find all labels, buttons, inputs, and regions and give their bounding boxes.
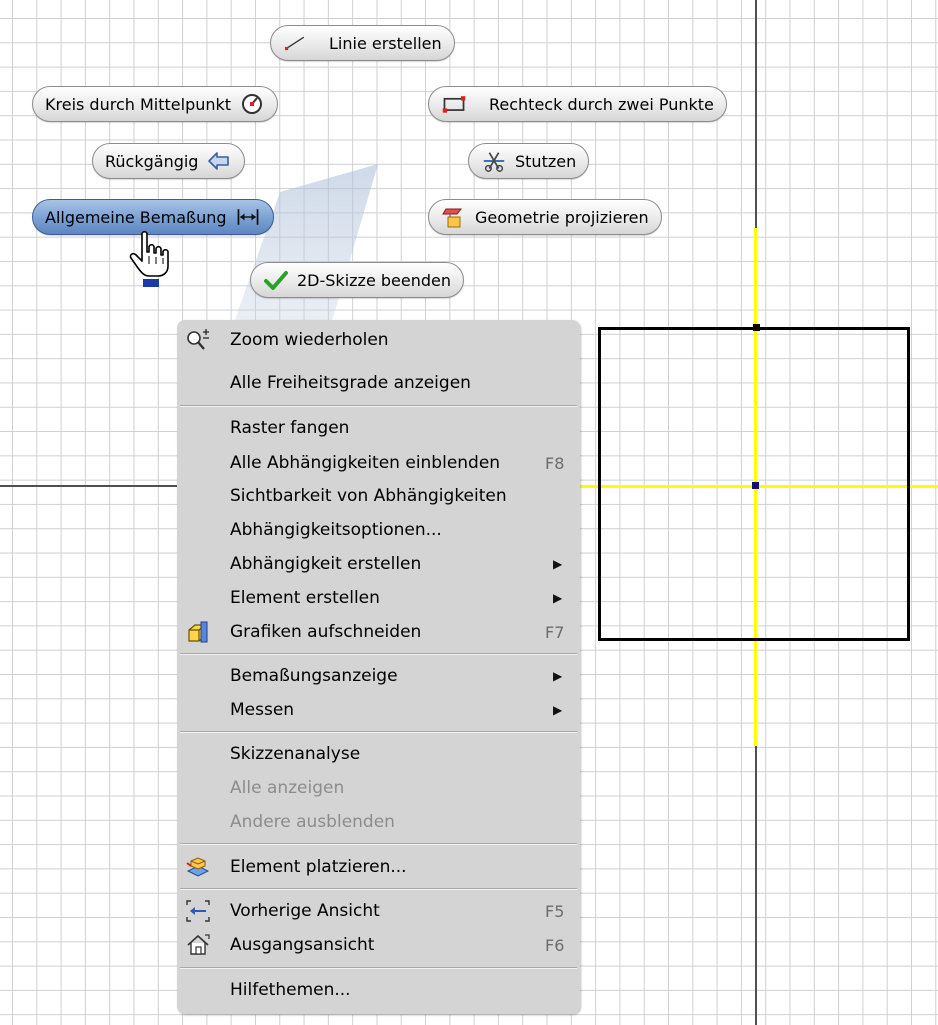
project-geometry-icon: [441, 205, 467, 229]
menu-label-snap-grid: Raster fangen: [230, 418, 350, 438]
menu-label-measure: Messen: [230, 700, 295, 720]
menu-label-home-view: Ausgangsansicht: [230, 935, 375, 955]
menu-separator: [180, 843, 577, 845]
line-icon: [283, 31, 309, 55]
menu-item-previous-view[interactable]: Vorherige Ansicht F5: [177, 894, 580, 928]
line-button[interactable]: Linie erstellen: [270, 25, 455, 61]
submenu-arrow-icon: ▶: [553, 557, 563, 571]
menu-item-home-view[interactable]: Ausgangsansicht F6: [177, 928, 580, 962]
shortcut-f7: F7: [545, 622, 565, 642]
circle-button[interactable]: Kreis durch Mittelpunkt: [32, 86, 279, 122]
shortcut-f6: F6: [545, 935, 565, 955]
menu-item-create-feature[interactable]: Element erstellen ▶: [177, 581, 580, 615]
sketch-point-top[interactable]: [753, 324, 760, 331]
menu-item-constraint-visibility[interactable]: Sichtbarkeit von Abhängigkeiten: [177, 479, 580, 513]
menu-item-constraint-options[interactable]: Abhängigkeitsoptionen...: [177, 513, 580, 547]
place-feature-icon: [185, 855, 211, 879]
line-label: Linie erstellen: [329, 33, 442, 53]
finish-sketch-label: 2D-Skizze beenden: [297, 270, 451, 290]
rectangle-label: Rechteck durch zwei Punkte: [489, 94, 714, 114]
menu-label-show-all: Alle anzeigen: [230, 778, 345, 798]
menu-item-help[interactable]: Hilfethemen...: [177, 973, 580, 1007]
slice-graphics-icon: [185, 620, 211, 644]
menu-label-create-feature: Element erstellen: [230, 588, 380, 608]
menu-item-sketch-analysis[interactable]: Skizzenanalyse: [177, 737, 580, 771]
menu-separator: [180, 731, 577, 733]
menu-label-hide-others: Andere ausblenden: [230, 812, 395, 832]
rectangle-icon: [441, 92, 467, 116]
menu-item-zoom-repeat[interactable]: Zoom wiederholen: [177, 323, 580, 357]
dimension-label: Allgemeine Bemaßung: [45, 207, 227, 227]
submenu-arrow-icon: ▶: [553, 703, 563, 717]
submenu-arrow-icon: ▶: [553, 669, 563, 683]
menu-separator: [180, 967, 577, 969]
menu-label-zoom-repeat: Zoom wiederholen: [230, 330, 389, 350]
hand-cursor-icon: [129, 230, 169, 287]
menu-item-place-feature[interactable]: Element platzieren...: [177, 850, 580, 884]
scissors-icon: [481, 149, 507, 173]
zoom-icon: [185, 328, 211, 352]
project-geometry-label: Geometrie projizieren: [475, 207, 649, 227]
context-menu: Zoom wiederholen Alle Freiheitsgrade anz…: [177, 320, 580, 1014]
menu-label-previous-view: Vorherige Ansicht: [230, 901, 380, 921]
sketch-point-center[interactable]: [752, 482, 759, 489]
previous-view-icon: [185, 899, 211, 923]
menu-item-show-all: Alle anzeigen: [177, 771, 580, 805]
menu-label-show-dof: Alle Freiheitsgrade anzeigen: [230, 373, 471, 393]
menu-label-sketch-analysis: Skizzenanalyse: [230, 744, 361, 764]
project-geometry-button[interactable]: Geometrie projizieren: [428, 199, 662, 235]
home-icon: [185, 933, 211, 957]
checkmark-icon: [263, 268, 289, 292]
menu-item-create-constraint[interactable]: Abhängigkeit erstellen ▶: [177, 547, 580, 581]
circle-label: Kreis durch Mittelpunkt: [45, 94, 232, 114]
dimension-icon: [235, 205, 261, 229]
menu-label-place-feature: Element platzieren...: [230, 857, 407, 877]
finish-sketch-button[interactable]: 2D-Skizze beenden: [250, 262, 464, 298]
shortcut-f8: F8: [545, 453, 565, 473]
undo-label: Rückgängig: [105, 151, 199, 171]
submenu-arrow-icon: ▶: [553, 591, 563, 605]
menu-item-hide-others: Andere ausblenden: [177, 805, 580, 839]
undo-button[interactable]: Rückgängig: [92, 143, 246, 179]
trim-button[interactable]: Stutzen: [468, 143, 590, 179]
undo-arrow-icon: [206, 149, 232, 173]
trim-label: Stutzen: [515, 151, 577, 171]
menu-item-show-dof[interactable]: Alle Freiheitsgrade anzeigen: [177, 366, 580, 400]
shortcut-f5: F5: [545, 901, 565, 921]
menu-item-snap-grid[interactable]: Raster fangen: [177, 411, 580, 445]
menu-item-dimension-display[interactable]: Bemaßungsanzeige ▶: [177, 659, 580, 693]
menu-label-constraint-visibility: Sichtbarkeit von Abhängigkeiten: [230, 486, 507, 506]
menu-label-show-constraints: Alle Abhängigkeiten einblenden: [230, 453, 501, 473]
menu-label-constraint-options: Abhängigkeitsoptionen...: [230, 520, 442, 540]
menu-separator: [180, 653, 577, 655]
menu-label-dimension-display: Bemaßungsanzeige: [230, 666, 398, 686]
circle-center-icon: [239, 92, 265, 116]
menu-item-show-constraints[interactable]: Alle Abhängigkeiten einblenden F8: [177, 446, 580, 480]
menu-item-measure[interactable]: Messen ▶: [177, 693, 580, 727]
menu-separator: [180, 405, 577, 407]
rectangle-button[interactable]: Rechteck durch zwei Punkte: [428, 86, 727, 122]
menu-label-slice-graphics: Grafiken aufschneiden: [230, 622, 422, 642]
menu-separator: [180, 888, 577, 890]
menu-label-create-constraint: Abhängigkeit erstellen: [230, 554, 422, 574]
menu-label-help: Hilfethemen...: [230, 980, 351, 1000]
menu-item-slice-graphics[interactable]: Grafiken aufschneiden F7: [177, 615, 580, 649]
